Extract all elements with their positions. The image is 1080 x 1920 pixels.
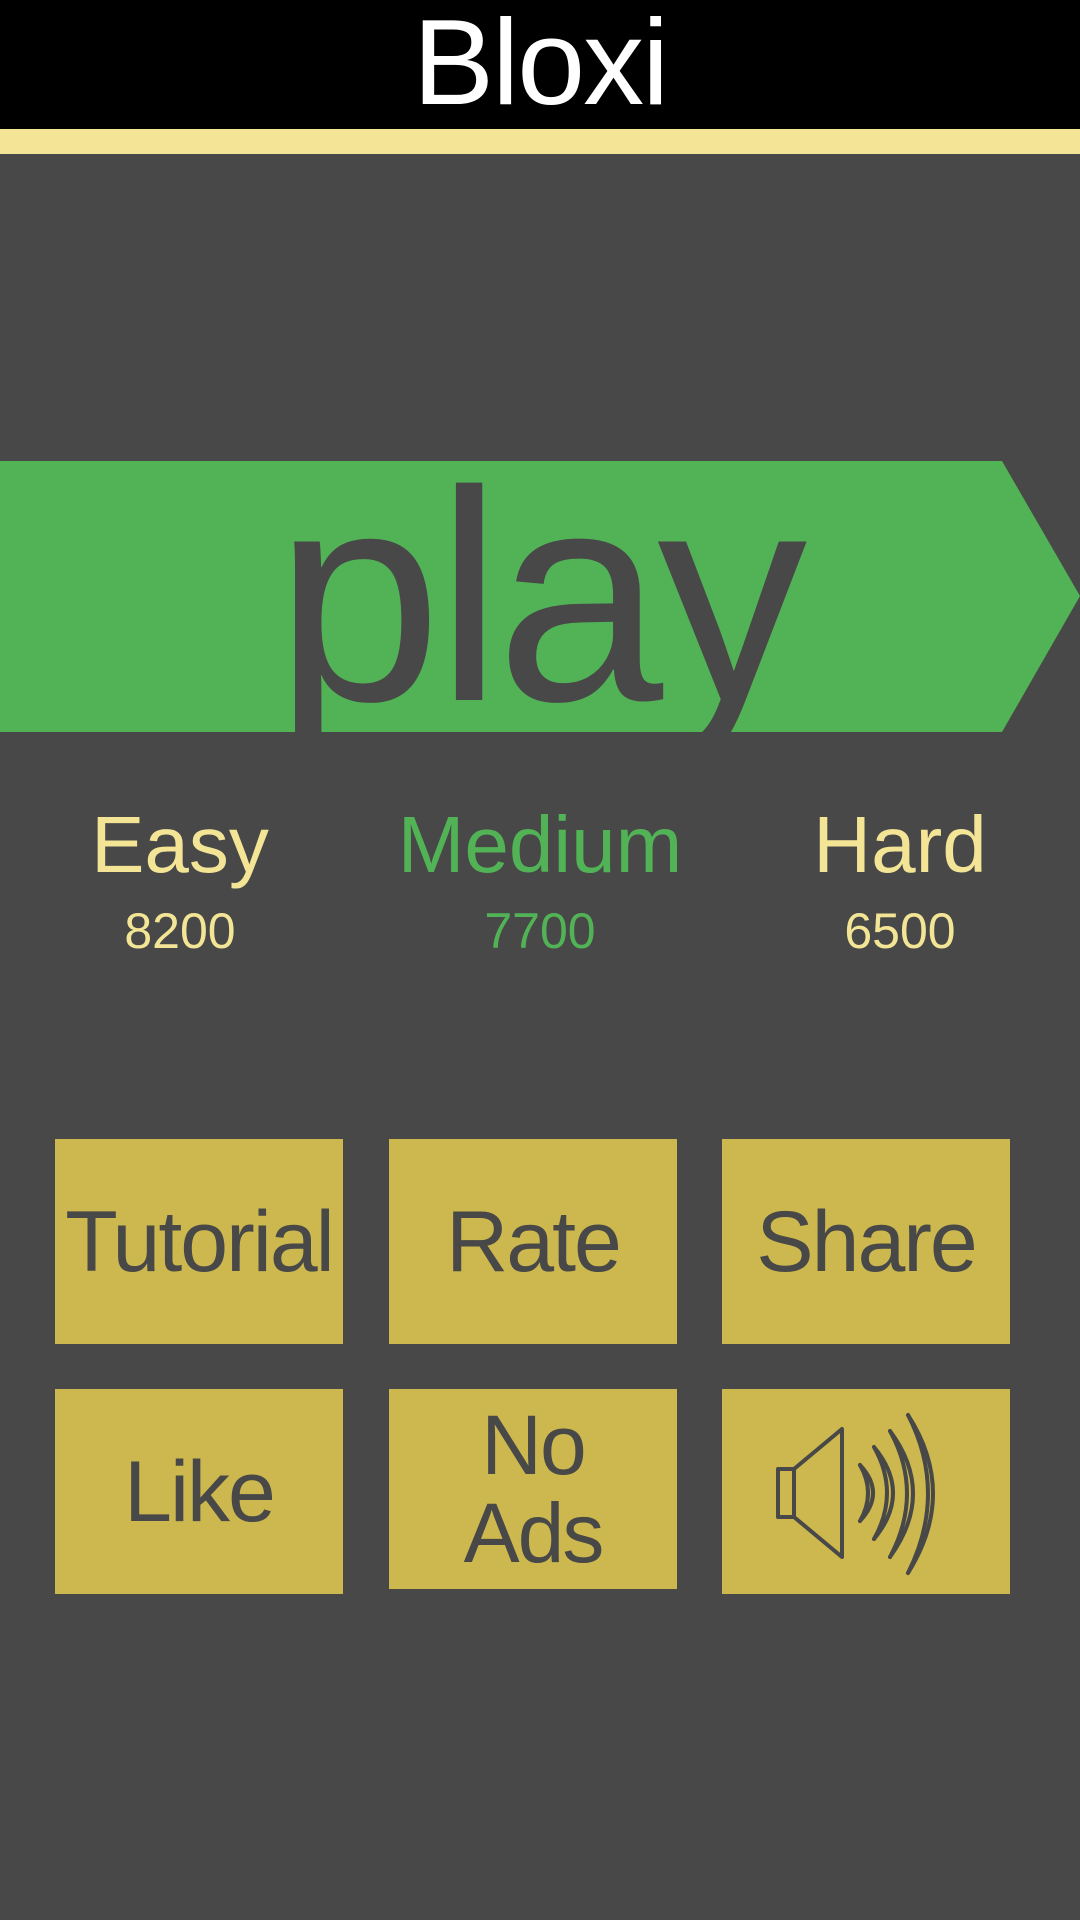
- sound-toggle-button[interactable]: [722, 1389, 1010, 1594]
- mode-hard-label: Hard: [813, 800, 987, 889]
- mode-easy[interactable]: Easy 8200: [0, 800, 360, 960]
- mode-medium[interactable]: Medium 7700: [360, 800, 720, 960]
- no-ads-button[interactable]: No Ads: [389, 1389, 677, 1589]
- mode-medium-label: Medium: [397, 800, 683, 889]
- difficulty-selector: Easy 8200 Medium 7700 Hard 6500: [0, 800, 1080, 970]
- speaker-volume-icon: [776, 1412, 935, 1575]
- rate-button[interactable]: Rate: [389, 1139, 677, 1344]
- mode-hard[interactable]: Hard 6500: [720, 800, 1080, 960]
- like-label: Like: [124, 1443, 276, 1540]
- like-button[interactable]: Like: [55, 1389, 343, 1594]
- accent-divider: [0, 129, 1080, 154]
- play-label: play: [274, 428, 807, 764]
- app-title: Bloxi: [412, 0, 669, 130]
- share-button[interactable]: Share: [722, 1139, 1010, 1344]
- no-ads-label: No Ads: [463, 1398, 605, 1580]
- mode-easy-label: Easy: [91, 800, 269, 889]
- mode-easy-score: 8200: [124, 903, 236, 959]
- tutorial-button[interactable]: Tutorial: [55, 1139, 343, 1344]
- tutorial-label: Tutorial: [65, 1193, 335, 1290]
- mode-medium-score: 7700: [484, 903, 596, 959]
- rate-label: Rate: [446, 1193, 622, 1290]
- play-button[interactable]: play: [0, 428, 1080, 764]
- mode-hard-score: 6500: [844, 903, 956, 959]
- share-label: Share: [756, 1193, 977, 1290]
- header-bar: Bloxi: [0, 0, 1080, 129]
